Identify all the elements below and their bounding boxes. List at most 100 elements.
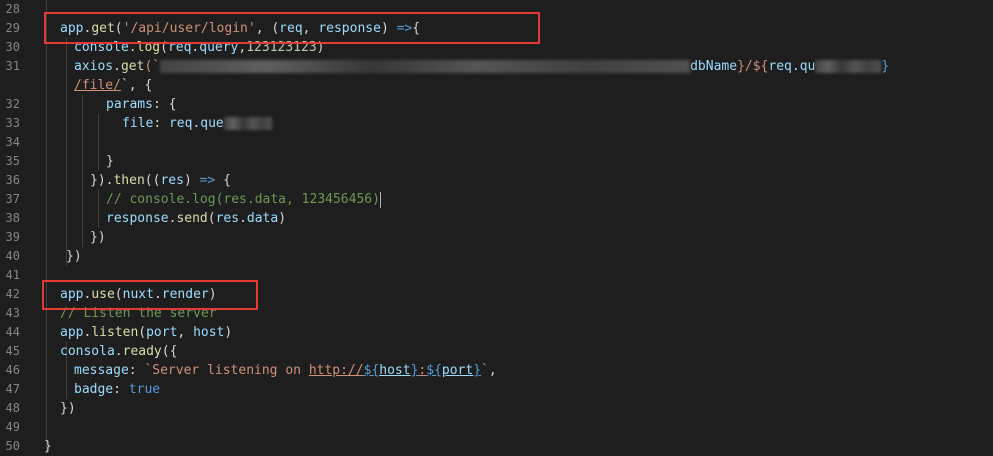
line-number: 29 bbox=[5, 21, 20, 35]
token: ) bbox=[183, 173, 200, 188]
token: port bbox=[441, 363, 474, 378]
token: badge bbox=[74, 382, 114, 397]
token: get bbox=[120, 59, 145, 74]
code-line: params: { bbox=[106, 95, 176, 114]
line-number: 30 bbox=[5, 40, 20, 54]
line-number: 48 bbox=[5, 401, 20, 415]
token: req bbox=[279, 21, 303, 36]
line-number: 37 bbox=[5, 192, 20, 206]
token: }/${ bbox=[737, 59, 769, 74]
token: nuxt bbox=[122, 287, 154, 302]
token: => bbox=[396, 21, 413, 36]
code-line: }) bbox=[66, 247, 82, 266]
line-number: 31 bbox=[5, 59, 20, 73]
token: ( bbox=[114, 287, 123, 302]
token: . bbox=[113, 59, 121, 74]
token: . bbox=[239, 211, 247, 226]
token: ${ bbox=[426, 363, 442, 378]
line-number: 46 bbox=[5, 363, 20, 377]
line-number: 40 bbox=[5, 249, 20, 263]
token: host bbox=[193, 325, 225, 340]
token: . bbox=[114, 344, 123, 359]
token: port bbox=[146, 325, 178, 340]
token: // Listen the server bbox=[60, 306, 217, 321]
token: } bbox=[881, 59, 890, 74]
code-line-wrap: /file/`, { bbox=[74, 76, 152, 95]
code-line: } bbox=[106, 152, 114, 171]
token: res bbox=[160, 173, 184, 188]
code-line: app.listen(port, host) bbox=[60, 323, 232, 342]
token: : { bbox=[152, 97, 177, 112]
token: ` bbox=[481, 363, 489, 378]
line-number: 32 bbox=[5, 97, 20, 111]
token: response bbox=[318, 21, 381, 36]
code-area[interactable]: app.get('/api/user/login', (req, respons… bbox=[44, 0, 993, 454]
code-editor[interactable]: 28 29 30 31 32 33 34 35 36 37 38 39 40 4… bbox=[0, 0, 993, 454]
token: , bbox=[488, 363, 497, 378]
token: consola bbox=[60, 344, 115, 359]
token: 123123123 bbox=[246, 40, 317, 55]
code-line: // console.log(res.data, 123456456) bbox=[106, 190, 381, 209]
line-number: 39 bbox=[5, 230, 20, 244]
token: file bbox=[122, 116, 154, 131]
line-number: 35 bbox=[5, 154, 20, 168]
token: render bbox=[161, 287, 209, 302]
code-line: app.get('/api/user/login', (req, respons… bbox=[60, 19, 420, 38]
code-line: app.use(nuxt.render) bbox=[60, 285, 217, 304]
code-line: axios.get(` dbName}/${req.qu} bbox=[74, 57, 889, 76]
code-line: file: req.que bbox=[122, 114, 272, 133]
line-number: 41 bbox=[5, 268, 20, 282]
token: }) bbox=[66, 249, 82, 264]
line-number: 38 bbox=[5, 211, 20, 225]
line-number: 45 bbox=[5, 344, 20, 358]
token: => bbox=[199, 173, 216, 188]
token: : bbox=[113, 382, 129, 397]
token: ready bbox=[122, 344, 162, 359]
token: : bbox=[153, 116, 169, 131]
token: response bbox=[106, 211, 169, 226]
line-number: 49 bbox=[5, 420, 20, 434]
token: , bbox=[302, 21, 319, 36]
token: req.qu bbox=[768, 59, 816, 74]
token: params bbox=[106, 97, 153, 112]
token: { bbox=[215, 173, 231, 188]
token: ( bbox=[160, 40, 168, 55]
token: '/api/user/login' bbox=[122, 21, 256, 36]
token: }). bbox=[90, 173, 114, 188]
line-number-gutter: 28 29 30 31 32 33 34 35 36 37 38 39 40 4… bbox=[0, 0, 38, 453]
token: ) bbox=[224, 325, 233, 340]
token: console bbox=[74, 40, 129, 55]
token: send bbox=[176, 211, 208, 226]
code-line: badge: true bbox=[74, 380, 160, 399]
code-line: } bbox=[44, 437, 52, 456]
token: }) bbox=[90, 230, 106, 245]
token: } bbox=[106, 154, 114, 169]
line-number: 42 bbox=[5, 287, 20, 301]
line-number: 33 bbox=[5, 116, 20, 130]
token: : bbox=[128, 363, 145, 378]
code-line: response.send(res.data) bbox=[106, 209, 286, 228]
token: get bbox=[91, 21, 115, 36]
token: req bbox=[168, 116, 193, 131]
token: , bbox=[177, 325, 194, 340]
token: (` bbox=[144, 59, 161, 74]
line-number: 36 bbox=[5, 173, 20, 187]
token: data bbox=[246, 211, 279, 226]
token: query bbox=[199, 40, 239, 55]
token: . bbox=[128, 40, 137, 55]
text-cursor bbox=[379, 191, 381, 208]
token: ( bbox=[207, 211, 216, 226]
token: } bbox=[473, 363, 482, 378]
token: `, { bbox=[120, 78, 153, 93]
token: ) bbox=[380, 21, 397, 36]
redacted-region bbox=[160, 60, 691, 73]
token: ) bbox=[208, 287, 217, 302]
token: `Server listening on bbox=[144, 363, 309, 378]
redacted-region bbox=[223, 117, 272, 130]
token: true bbox=[128, 382, 161, 397]
token: dbName bbox=[690, 59, 738, 74]
line-number: 44 bbox=[5, 325, 20, 339]
code-line: // Listen the server bbox=[60, 304, 217, 323]
line-number: 43 bbox=[5, 306, 20, 320]
token: ${ bbox=[363, 363, 380, 378]
